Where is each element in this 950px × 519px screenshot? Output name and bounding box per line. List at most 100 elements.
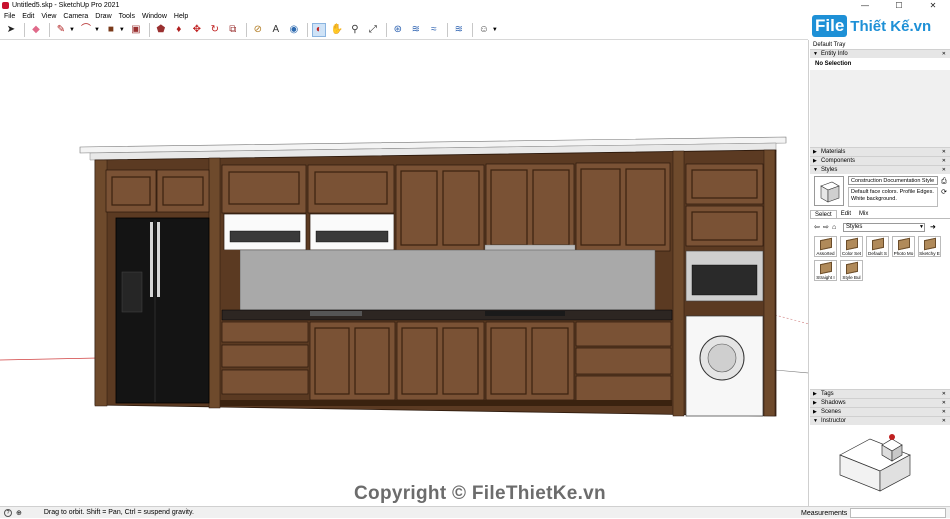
menu-draw[interactable]: Draw bbox=[95, 13, 111, 20]
measurements-input[interactable] bbox=[850, 508, 946, 518]
arc-tool-icon[interactable]: ⌒ bbox=[79, 23, 93, 37]
paint-bucket-icon[interactable]: ◉ bbox=[287, 23, 301, 37]
tab-edit[interactable]: Edit bbox=[837, 210, 855, 218]
model-viewport[interactable]: Copyright © FileThietKe.vn bbox=[0, 40, 809, 506]
forward-arrow-icon[interactable]: ⇨ bbox=[823, 223, 832, 231]
panel-close-icon[interactable]: ✕ bbox=[942, 418, 946, 424]
tape-measure-icon[interactable]: ⊘ bbox=[251, 23, 265, 37]
extension-manager-icon[interactable]: ≋ bbox=[452, 23, 466, 37]
measurements-label: Measurements bbox=[801, 509, 848, 517]
style-preview-thumbnail bbox=[814, 176, 844, 206]
move-tool-icon[interactable]: ✥ bbox=[190, 23, 204, 37]
tab-select[interactable]: Select bbox=[810, 210, 837, 218]
menu-edit[interactable]: Edit bbox=[22, 13, 34, 20]
panel-close-icon[interactable]: ✕ bbox=[942, 149, 946, 155]
orbit-tool-icon[interactable]: ◐ bbox=[311, 23, 326, 37]
shadows-panel-header[interactable]: ▶ Shadows ✕ bbox=[810, 398, 950, 407]
panel-close-icon[interactable]: ✕ bbox=[942, 167, 946, 173]
pilaster-2 bbox=[208, 157, 221, 409]
style-thumb-straight[interactable]: Straight I bbox=[814, 260, 837, 281]
fridge-handle-right bbox=[157, 222, 160, 297]
zoom-extents-icon[interactable]: ⤢ bbox=[366, 23, 380, 37]
red-axis-dashed-line bbox=[774, 314, 808, 325]
user-account-dropdown-icon[interactable]: ▼ bbox=[492, 27, 498, 33]
style-thumb-sketchy[interactable]: Sketchy E bbox=[918, 236, 941, 257]
home-icon[interactable]: ⌂ bbox=[832, 224, 841, 231]
follow-me-icon[interactable]: ♦ bbox=[172, 23, 186, 37]
shape-tool-icon[interactable]: ■ bbox=[104, 23, 118, 37]
info-icon[interactable]: ? bbox=[4, 508, 12, 517]
entity-info-panel-header[interactable]: ▼ Entity Info ✕ bbox=[810, 49, 950, 58]
select-tool-icon[interactable]: ➤ bbox=[4, 23, 18, 37]
entity-info-empty-area bbox=[810, 70, 950, 147]
styles-library-row: ⇦ ⇨ ⌂ Styles ▼ ➜ bbox=[814, 222, 946, 232]
collapse-caret-icon: ▶ bbox=[813, 409, 817, 415]
tray-title: Default Tray bbox=[810, 40, 950, 49]
menu-camera[interactable]: Camera bbox=[63, 13, 88, 20]
panel-close-icon[interactable]: ✕ bbox=[942, 158, 946, 164]
menu-window[interactable]: Window bbox=[142, 13, 167, 20]
style-thumb-default[interactable]: Default S bbox=[866, 236, 889, 257]
rotate-tool-icon[interactable]: ↻ bbox=[208, 23, 222, 37]
instructor-title: Instructor bbox=[821, 418, 847, 424]
panel-close-icon[interactable]: ✕ bbox=[942, 391, 946, 397]
eraser-tool-icon[interactable]: ◆ bbox=[29, 23, 43, 37]
style-name-field[interactable]: Construction Documentation Style bbox=[848, 176, 938, 185]
geolocation-icon[interactable]: ⊕ bbox=[16, 509, 22, 517]
menu-tools[interactable]: Tools bbox=[119, 13, 135, 20]
menu-view[interactable]: View bbox=[41, 13, 56, 20]
styles-panel-header[interactable]: ▼ Styles ✕ bbox=[810, 165, 950, 174]
kitchen-model-drawing bbox=[0, 136, 808, 417]
drawer bbox=[221, 344, 309, 368]
instructor-panel-body bbox=[810, 425, 950, 506]
collapse-caret-icon: ▶ bbox=[813, 391, 817, 397]
panel-close-icon[interactable]: ✕ bbox=[942, 51, 946, 57]
text-tool-icon[interactable]: A bbox=[269, 23, 283, 37]
layout-icon[interactable]: ≈ bbox=[427, 23, 441, 37]
cooktop bbox=[485, 311, 565, 316]
back-arrow-icon[interactable]: ⇦ bbox=[814, 223, 823, 231]
line-tool-dropdown-icon[interactable]: ▼ bbox=[69, 27, 75, 33]
pushpull-tool-icon[interactable]: ▣ bbox=[129, 23, 143, 37]
push-pull-icon[interactable]: ⬟ bbox=[154, 23, 168, 37]
tags-panel-header[interactable]: ▶ Tags ✕ bbox=[810, 389, 950, 398]
styles-library-select[interactable]: Styles ▼ bbox=[843, 222, 925, 232]
style-thumb-color-set[interactable]: Color Set bbox=[840, 236, 863, 257]
scale-tool-icon[interactable]: ⧉ bbox=[226, 23, 240, 37]
minimize-button[interactable]: — bbox=[848, 0, 882, 11]
update-style-icon[interactable]: ⟳ bbox=[941, 187, 947, 198]
user-account-icon[interactable]: ☺ bbox=[477, 23, 491, 37]
materials-panel-header[interactable]: ▶ Materials ✕ bbox=[810, 147, 950, 156]
3d-warehouse-icon[interactable]: ⊛ bbox=[391, 23, 405, 37]
style-thumb-style-builder[interactable]: Style Bul bbox=[840, 260, 863, 281]
zoom-tool-icon[interactable]: ⚲ bbox=[348, 23, 362, 37]
toe-kick bbox=[220, 400, 672, 406]
scenes-panel-header[interactable]: ▶ Scenes ✕ bbox=[810, 407, 950, 416]
details-arrow-icon[interactable]: ➜ bbox=[930, 223, 939, 231]
style-description-field[interactable]: Default face colors. Profile Edges. Whit… bbox=[848, 187, 938, 207]
maximize-button[interactable]: ☐ bbox=[882, 0, 916, 11]
chevron-down-icon: ▼ bbox=[919, 224, 924, 230]
style-thumb-assorted[interactable]: Assorted bbox=[814, 236, 837, 257]
menu-bar: File Edit View Camera Draw Tools Window … bbox=[0, 11, 808, 21]
entity-info-title: Entity Info bbox=[821, 51, 848, 57]
expand-caret-icon: ▼ bbox=[813, 51, 818, 57]
panel-close-icon[interactable]: ✕ bbox=[942, 409, 946, 415]
shape-tool-dropdown-icon[interactable]: ▼ bbox=[119, 27, 125, 33]
menu-file[interactable]: File bbox=[4, 13, 15, 20]
menu-help[interactable]: Help bbox=[174, 13, 188, 20]
pan-tool-icon[interactable]: ✋ bbox=[330, 23, 344, 37]
arc-tool-dropdown-icon[interactable]: ▼ bbox=[94, 27, 100, 33]
panel-close-icon[interactable]: ✕ bbox=[942, 400, 946, 406]
close-button[interactable]: ✕ bbox=[916, 0, 950, 11]
style-side-buttons: ⎙ ⟳ bbox=[941, 176, 947, 198]
style-thumb-photo[interactable]: Photo Mo bbox=[892, 236, 915, 257]
create-style-icon[interactable]: ⎙ bbox=[941, 176, 947, 187]
line-tool-icon[interactable]: ✎ bbox=[54, 23, 68, 37]
styles-tab-bar: Select Edit Mix bbox=[810, 210, 950, 219]
components-panel-header[interactable]: ▶ Components ✕ bbox=[810, 156, 950, 165]
toolbar-separator bbox=[471, 23, 473, 37]
extension-warehouse-icon[interactable]: ≋ bbox=[409, 23, 423, 37]
instructor-panel-header[interactable]: ▼ Instructor ✕ bbox=[810, 416, 950, 425]
tab-mix[interactable]: Mix bbox=[855, 210, 872, 218]
